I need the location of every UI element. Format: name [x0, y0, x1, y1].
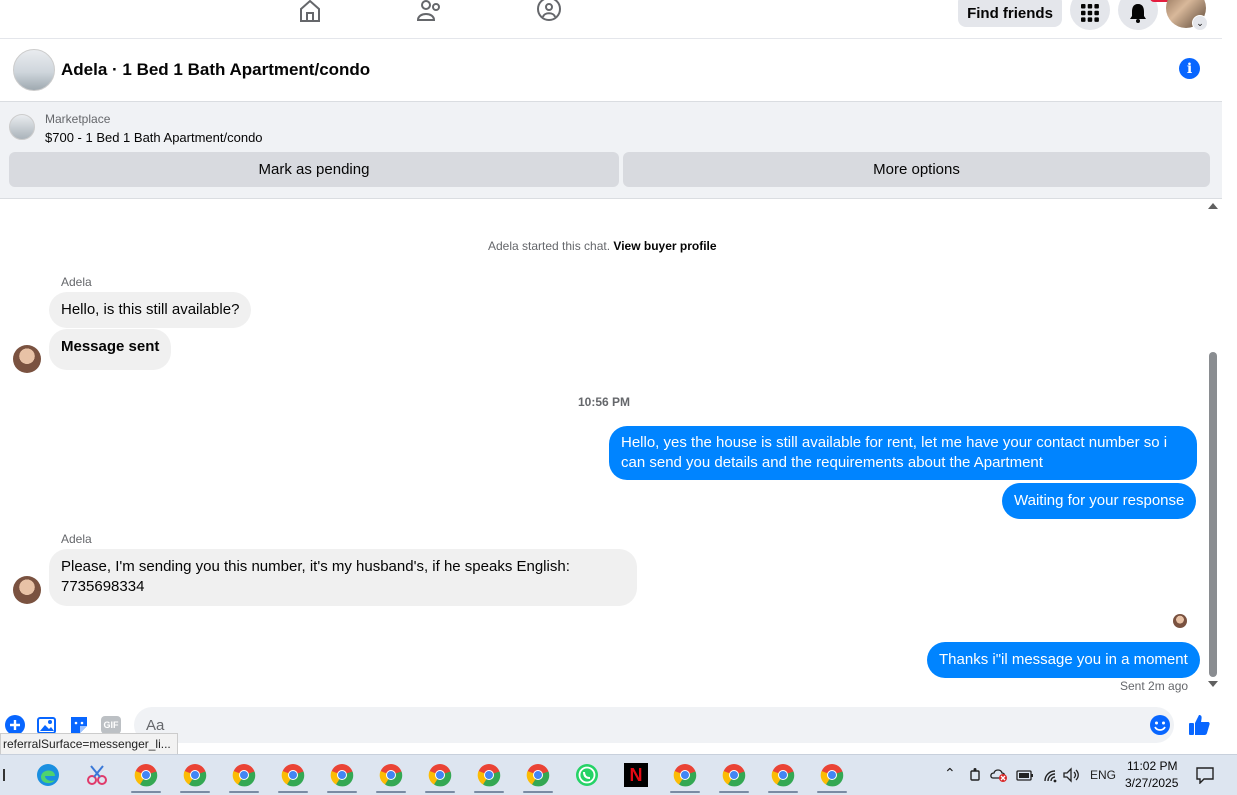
- incoming-message[interactable]: Message sent: [49, 329, 172, 370]
- chrome-icon[interactable]: [673, 763, 697, 787]
- netflix-icon[interactable]: N: [624, 763, 648, 787]
- running-indicator: [180, 791, 210, 793]
- chrome-icon[interactable]: [477, 763, 501, 787]
- snipping-tool-icon[interactable]: [85, 763, 109, 787]
- running-indicator: [327, 791, 357, 793]
- emoji-icon[interactable]: [1149, 714, 1171, 736]
- scroll-up-icon[interactable]: [1208, 203, 1218, 209]
- running-indicator: [817, 791, 847, 793]
- sender-avatar[interactable]: [13, 345, 41, 373]
- sender-avatar[interactable]: [13, 576, 41, 604]
- more-options-button[interactable]: More options: [623, 152, 1210, 187]
- chevron-down-icon[interactable]: ⌄: [1192, 15, 1208, 31]
- listing-avatar[interactable]: [13, 49, 55, 91]
- running-indicator: [425, 791, 455, 793]
- notifications-button[interactable]: [1118, 0, 1158, 30]
- message-input[interactable]: [134, 707, 1174, 743]
- outgoing-message[interactable]: Waiting for your response: [1002, 483, 1197, 519]
- chrome-icon[interactable]: [183, 763, 207, 787]
- mark-as-pending-button[interactable]: Mark as pending: [9, 152, 619, 187]
- wifi-icon[interactable]: [1041, 767, 1057, 786]
- sent-status: Sent 2m ago: [1120, 679, 1189, 693]
- chat-header: Adela · 1 Bed 1 Bath Apartment/condo i: [0, 39, 1222, 102]
- incoming-message[interactable]: Hello, is this still available?: [49, 292, 252, 328]
- grid-icon: [1081, 4, 1099, 22]
- view-buyer-profile-link[interactable]: View buyer profile: [613, 239, 716, 253]
- clock-time[interactable]: 11:02 PM: [1127, 759, 1177, 773]
- onedrive-error-icon[interactable]: [990, 767, 1008, 786]
- outgoing-message[interactable]: Hello, yes the house is still available …: [609, 426, 1197, 480]
- chrome-icon[interactable]: [232, 763, 256, 787]
- info-icon[interactable]: i: [1179, 58, 1200, 79]
- running-indicator: [670, 791, 700, 793]
- like-icon[interactable]: [1188, 714, 1210, 736]
- chrome-icon[interactable]: [526, 763, 550, 787]
- top-navigation: Find friends ⌄: [0, 0, 1222, 39]
- message-list: Adela started this chat. View buyer prof…: [0, 199, 1222, 704]
- listing-title[interactable]: $700 - 1 Bed 1 Bath Apartment/condo: [45, 130, 263, 145]
- scroll-down-icon[interactable]: [1208, 681, 1218, 687]
- find-friends-button[interactable]: Find friends: [958, 0, 1062, 27]
- edge-browser-icon[interactable]: [36, 763, 60, 787]
- status-url-tooltip: referralSurface=messenger_li...: [0, 733, 178, 755]
- listing-thumbnail[interactable]: [9, 114, 35, 140]
- sender-name: Adela: [61, 275, 92, 289]
- running-indicator: [278, 791, 308, 793]
- sender-name: Adela: [61, 532, 92, 546]
- language-indicator[interactable]: ENG: [1090, 768, 1116, 782]
- start-edge-icon[interactable]: [0, 763, 8, 787]
- chrome-icon[interactable]: [330, 763, 354, 787]
- outgoing-message[interactable]: Thanks i"il message you in a moment: [927, 642, 1200, 678]
- chrome-icon[interactable]: [134, 763, 158, 787]
- read-receipt-avatar: [1173, 614, 1187, 628]
- volume-icon[interactable]: [1063, 767, 1081, 786]
- tray-chevron-up-icon[interactable]: ⌃: [944, 765, 956, 782]
- incoming-message[interactable]: Please, I'm sending you this number, it'…: [49, 549, 637, 606]
- clock-date[interactable]: 3/27/2025: [1125, 776, 1178, 790]
- running-indicator: [523, 791, 553, 793]
- marketplace-label: Marketplace: [45, 112, 111, 126]
- marketplace-bar: Marketplace $700 - 1 Bed 1 Bath Apartmen…: [0, 102, 1222, 199]
- running-indicator: [376, 791, 406, 793]
- message-composer: GIF: [0, 704, 1222, 752]
- running-indicator: [719, 791, 749, 793]
- chrome-icon[interactable]: [281, 763, 305, 787]
- system-text: Adela started this chat.: [488, 239, 611, 253]
- home-icon[interactable]: [297, 0, 323, 22]
- chrome-icon[interactable]: [820, 763, 844, 787]
- running-indicator: [229, 791, 259, 793]
- conversation-title[interactable]: Adela · 1 Bed 1 Bath Apartment/condo: [61, 60, 370, 80]
- chrome-icon[interactable]: [428, 763, 452, 787]
- battery-icon[interactable]: [1016, 768, 1034, 785]
- friends-icon[interactable]: [417, 0, 443, 22]
- notification-center-icon[interactable]: [1196, 766, 1214, 787]
- running-indicator: [768, 791, 798, 793]
- bell-icon: [1130, 4, 1146, 23]
- whatsapp-icon[interactable]: [575, 763, 599, 787]
- scrollbar-thumb[interactable]: [1209, 352, 1217, 677]
- message-timestamp: 10:56 PM: [578, 395, 631, 409]
- windows-taskbar: N ⌃ ENG 11:02 PM 3/27/2025: [0, 754, 1237, 795]
- chrome-icon[interactable]: [722, 763, 746, 787]
- running-indicator: [474, 791, 504, 793]
- menu-grid-button[interactable]: [1070, 0, 1110, 30]
- chrome-icon[interactable]: [379, 763, 403, 787]
- running-indicator: [131, 791, 161, 793]
- chrome-icon[interactable]: [771, 763, 795, 787]
- gif-label: GIF: [101, 716, 121, 734]
- meet-now-icon[interactable]: [968, 767, 982, 786]
- chat-start-notice: Adela started this chat. View buyer prof…: [488, 239, 717, 253]
- groups-icon[interactable]: [536, 0, 562, 22]
